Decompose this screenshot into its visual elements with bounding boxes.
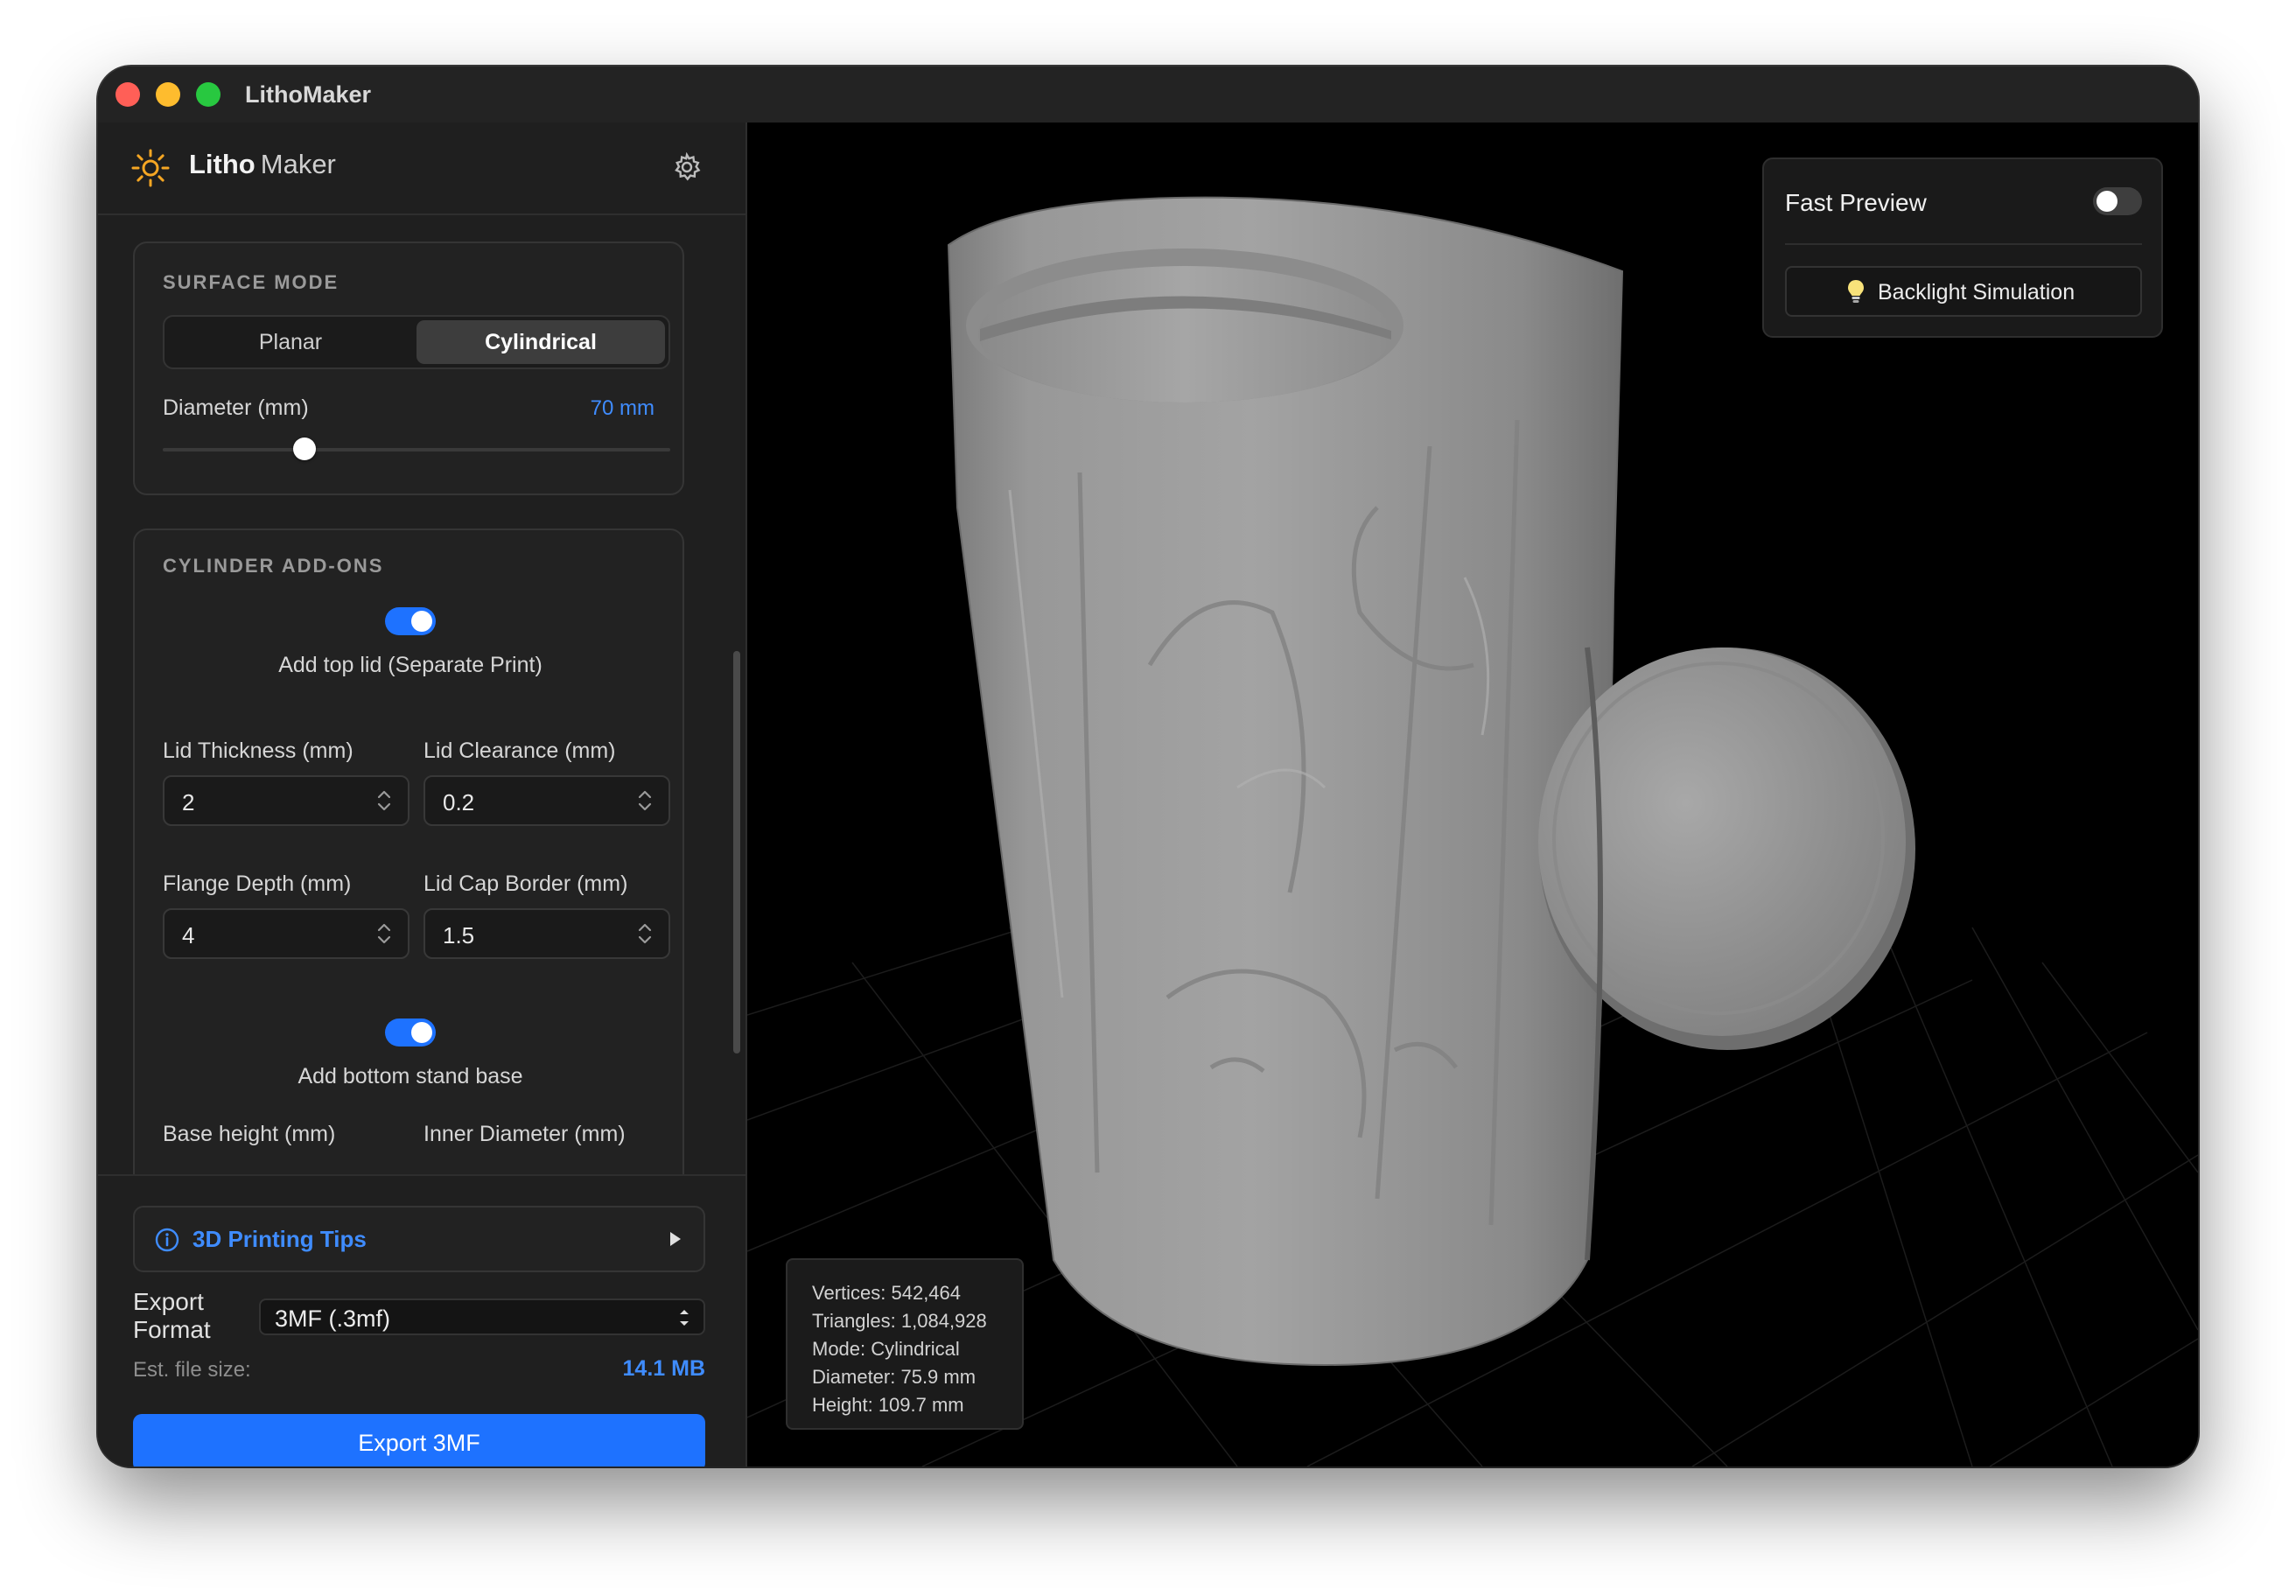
3d-viewport[interactable]: Fast Preview Backlight Simulation Vertic…	[747, 122, 2198, 1466]
cylinder-model[interactable]	[947, 196, 1624, 1367]
updown-chevron-icon[interactable]	[376, 920, 392, 947]
lid-cap-border-label: Lid Cap Border (mm)	[424, 872, 628, 896]
fast-preview-toggle[interactable]	[2093, 187, 2142, 215]
export-format-label: Export Format	[133, 1288, 211, 1343]
surface-mode-title: SURFACE MODE	[163, 271, 340, 293]
export-button[interactable]: Export 3MF	[133, 1414, 705, 1466]
export-format-value: 3MF (.3mf)	[275, 1306, 390, 1332]
app-window: LithoMaker Litho Maker SURFACE MODE Plan…	[98, 66, 2198, 1466]
panel-divider	[1785, 243, 2142, 245]
app-logo-text: Litho Maker	[189, 149, 336, 180]
sidebar-scrollbar[interactable]	[733, 651, 740, 1054]
sidebar-header: Litho Maker	[98, 122, 746, 215]
stat-vertices: Vertices: 542,464	[812, 1282, 962, 1304]
diameter-slider-track[interactable]	[163, 448, 670, 452]
title-bar: LithoMaker	[98, 66, 2198, 123]
sidebar-scroll-area[interactable]: SURFACE MODE Planar Cylindrical Diameter…	[98, 215, 746, 1174]
lid-thickness-stepper[interactable]: 2	[163, 775, 410, 826]
surface-mode-card: SURFACE MODE Planar Cylindrical Diameter…	[133, 242, 684, 495]
export-section: 3D Printing Tips Export Format 3MF (.3mf…	[98, 1174, 746, 1466]
lid-thickness-value: 2	[182, 789, 195, 816]
diameter-value: 70 mm	[590, 396, 654, 420]
sidebar: Litho Maker SURFACE MODE Planar Cylindric…	[98, 122, 747, 1466]
preview-options-panel: Fast Preview Backlight Simulation	[1762, 158, 2163, 338]
sun-logo-icon	[131, 149, 170, 187]
cylinder-addons-card: CYLINDER ADD-ONS Add top lid (Separate P…	[133, 528, 684, 1174]
logo-light-text: Maker	[260, 149, 336, 179]
est-file-size-value: 14.1 MB	[622, 1356, 705, 1381]
fast-preview-label: Fast Preview	[1785, 189, 1927, 216]
gear-icon[interactable]	[672, 152, 702, 182]
stat-height: Height: 109.7 mm	[812, 1394, 964, 1416]
flange-depth-value: 4	[182, 922, 195, 948]
stat-diameter: Diameter: 75.9 mm	[812, 1366, 976, 1388]
lid-cap-border-value: 1.5	[443, 922, 475, 948]
diameter-slider-thumb[interactable]	[293, 438, 317, 460]
surface-mode-segmented-control: Planar Cylindrical	[163, 315, 670, 369]
flange-depth-label: Flange Depth (mm)	[163, 872, 352, 896]
cylinder-addons-title: CYLINDER ADD-ONS	[163, 555, 384, 577]
backlight-simulation-button[interactable]: Backlight Simulation	[1785, 266, 2142, 317]
est-file-size-label: Est. file size:	[133, 1358, 251, 1382]
lid-thickness-label: Lid Thickness (mm)	[163, 738, 354, 763]
zoom-window-button[interactable]	[196, 82, 220, 107]
diameter-label: Diameter (mm)	[163, 396, 309, 420]
toggle-knob	[2096, 191, 2118, 212]
segment-planar[interactable]: Planar	[168, 320, 413, 364]
segment-cylindrical[interactable]: Cylindrical	[416, 320, 665, 364]
printing-tips-label: 3D Printing Tips	[192, 1226, 367, 1252]
close-window-button[interactable]	[116, 82, 140, 107]
inner-diameter-label: Inner Diameter (mm)	[424, 1122, 626, 1146]
updown-chevron-icon	[680, 1310, 689, 1326]
flange-depth-stepper[interactable]: 4	[163, 908, 410, 959]
lid-clearance-label: Lid Clearance (mm)	[424, 738, 616, 763]
top-lid-label: Add top lid (Separate Print)	[278, 653, 542, 677]
play-icon	[670, 1232, 681, 1246]
mesh-stats-overlay: Vertices: 542,464 Triangles: 1,084,928 M…	[786, 1258, 1024, 1430]
toggle-knob	[411, 611, 432, 632]
printing-tips-disclosure[interactable]: 3D Printing Tips	[133, 1206, 705, 1272]
lid-cap-border-stepper[interactable]: 1.5	[424, 908, 670, 959]
window-title: LithoMaker	[245, 81, 372, 108]
logo-bold-text: Litho	[189, 149, 256, 179]
updown-chevron-icon[interactable]	[637, 788, 653, 814]
updown-chevron-icon[interactable]	[637, 920, 653, 947]
lid-clearance-value: 0.2	[443, 789, 475, 816]
toggle-knob	[411, 1022, 432, 1043]
top-lid-toggle[interactable]	[385, 607, 436, 635]
stat-mode: Mode: Cylindrical	[812, 1338, 960, 1360]
updown-chevron-icon[interactable]	[376, 788, 392, 814]
minimize-window-button[interactable]	[156, 82, 180, 107]
export-format-select[interactable]: 3MF (.3mf)	[259, 1298, 705, 1335]
info-icon	[155, 1228, 179, 1252]
bottom-base-label: Add bottom stand base	[298, 1064, 523, 1088]
lightbulb-icon	[1848, 280, 1864, 303]
lid-clearance-stepper[interactable]: 0.2	[424, 775, 670, 826]
bottom-base-toggle[interactable]	[385, 1018, 436, 1046]
stat-triangles: Triangles: 1,084,928	[812, 1310, 987, 1332]
base-height-label: Base height (mm)	[163, 1122, 336, 1146]
backlight-simulation-label: Backlight Simulation	[1878, 280, 2076, 304]
